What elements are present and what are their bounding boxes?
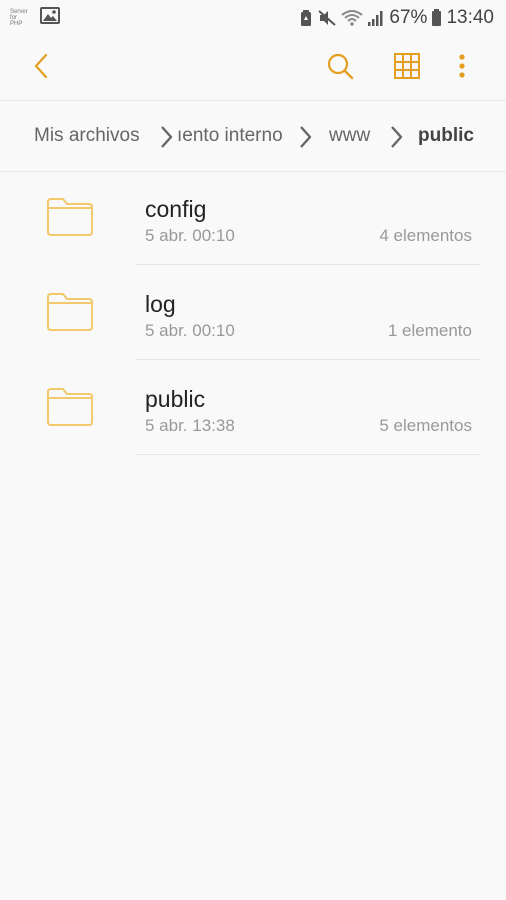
folder-item-count: 1 elemento bbox=[387, 321, 472, 340]
status-bar: Server for PHP 67% 13:40 bbox=[0, 0, 506, 36]
back-button[interactable] bbox=[24, 50, 60, 86]
battery-saver-icon bbox=[299, 9, 313, 27]
wifi-icon bbox=[341, 9, 364, 27]
search-button[interactable] bbox=[322, 50, 358, 86]
chevron-right-icon bbox=[297, 124, 313, 155]
folder-icon bbox=[45, 291, 95, 338]
grid-view-button[interactable] bbox=[389, 50, 425, 86]
chevron-right-icon bbox=[158, 124, 174, 155]
more-options-button[interactable] bbox=[444, 50, 480, 86]
folder-row-log[interactable]: log 5 abr. 00:10 1 elemento bbox=[0, 265, 506, 360]
folder-item-count: 5 elementos bbox=[379, 416, 472, 435]
search-icon bbox=[326, 52, 354, 85]
app-notification-label: Server for PHP bbox=[10, 9, 28, 27]
breadcrumb-item-almacenamiento-interno[interactable]: ıento interno bbox=[177, 125, 283, 147]
folder-date: 5 abr. 00:10 bbox=[145, 226, 235, 245]
folder-row-config[interactable]: config 5 abr. 00:10 4 elementos bbox=[0, 170, 506, 265]
toolbar bbox=[0, 36, 506, 100]
battery-icon bbox=[431, 9, 442, 27]
signal-icon bbox=[367, 9, 385, 27]
chevron-right-icon bbox=[388, 124, 404, 155]
folder-icon bbox=[45, 196, 95, 243]
folder-date: 5 abr. 13:38 bbox=[145, 416, 235, 435]
folder-name: config bbox=[145, 196, 207, 222]
folder-list: config 5 abr. 00:10 4 elementos log 5 ab… bbox=[0, 170, 506, 455]
folder-icon bbox=[45, 386, 95, 433]
mute-icon bbox=[317, 9, 337, 27]
breadcrumb: Mis archivos ıento interno www public bbox=[0, 100, 506, 172]
breadcrumb-item-www[interactable]: www bbox=[329, 125, 370, 147]
folder-name: public bbox=[145, 386, 206, 412]
image-icon bbox=[40, 7, 60, 29]
chevron-left-icon bbox=[32, 52, 52, 85]
divider bbox=[136, 454, 480, 455]
more-vert-icon bbox=[458, 53, 466, 84]
breadcrumb-item-public[interactable]: public bbox=[418, 125, 474, 147]
folder-row-public[interactable]: public 5 abr. 13:38 5 elementos bbox=[0, 360, 506, 455]
breadcrumb-item-mis-archivos[interactable]: Mis archivos bbox=[34, 125, 140, 147]
folder-item-count: 4 elementos bbox=[379, 226, 472, 245]
folder-name: log bbox=[145, 291, 176, 317]
clock: 13:40 bbox=[446, 7, 494, 28]
grid-view-icon bbox=[394, 52, 420, 84]
battery-percent: 67% bbox=[389, 7, 428, 28]
folder-date: 5 abr. 00:10 bbox=[145, 321, 235, 340]
